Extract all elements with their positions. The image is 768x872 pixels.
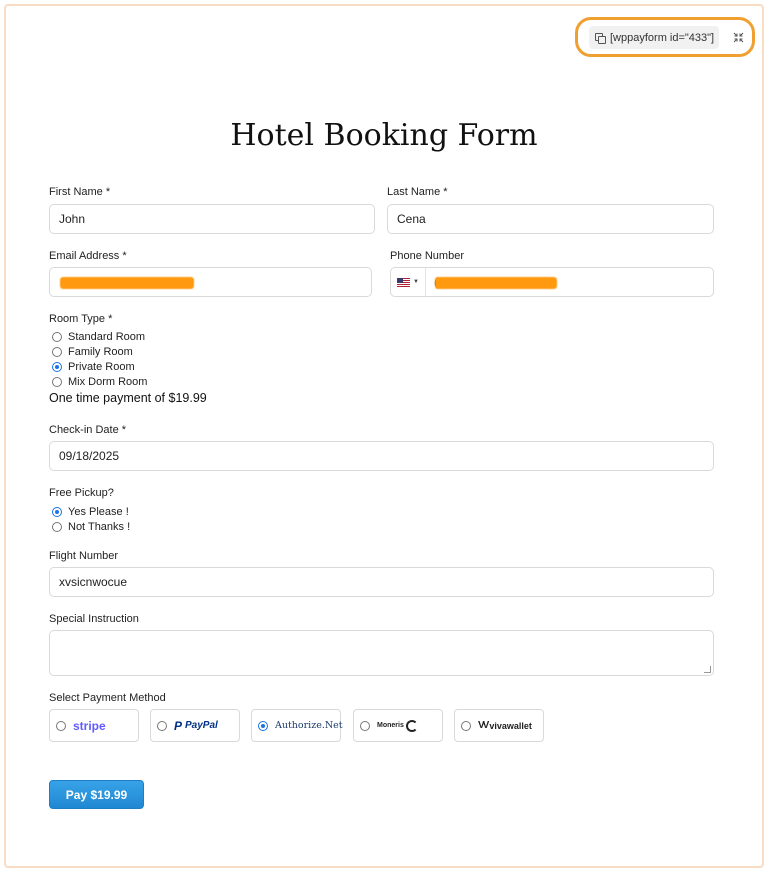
- room-option-standard[interactable]: Standard Room: [52, 331, 145, 343]
- shortcode-text: [wppayform id="433"]: [610, 31, 715, 44]
- room-option-label: Standard Room: [68, 331, 146, 343]
- radio-button[interactable]: [52, 377, 62, 387]
- radio-button[interactable]: [52, 522, 62, 532]
- moneris-swirl-icon: [405, 719, 418, 732]
- viva-icon: VV: [478, 720, 489, 731]
- paypal-icon: P: [174, 718, 183, 733]
- flight-value: xvsicnwocue: [59, 575, 128, 589]
- paypal-logo: P PayPal: [174, 718, 218, 733]
- pickup-option-label: Yes Please !: [68, 506, 129, 518]
- radio-button-selected[interactable]: [52, 362, 62, 372]
- payment-option-authorize-net[interactable]: Authorize.Net: [251, 709, 343, 742]
- redacted-email: [60, 277, 194, 289]
- special-instruction-label: Special Instruction: [49, 613, 139, 625]
- country-selector[interactable]: ▼: [397, 268, 426, 296]
- payment-option-stripe[interactable]: stripe: [49, 709, 139, 742]
- pickup-option-label: Not Thanks !: [68, 521, 131, 533]
- payment-option-vivawallet[interactable]: VV vivawallet: [454, 709, 544, 742]
- radio-button[interactable]: [52, 332, 62, 342]
- pickup-label: Free Pickup?: [49, 487, 114, 499]
- collapse-icon[interactable]: [728, 28, 748, 46]
- checkin-date-input[interactable]: 09/18/2025: [49, 441, 714, 471]
- first-name-label: First Name *: [49, 186, 111, 198]
- room-option-family[interactable]: Family Room: [52, 346, 133, 358]
- room-option-mix-dorm[interactable]: Mix Dorm Room: [52, 376, 147, 388]
- chevron-down-icon: ▼: [413, 279, 419, 285]
- vivawallet-logo: VV vivawallet: [478, 720, 532, 731]
- form-title: Hotel Booking Form: [230, 118, 538, 153]
- checkin-label: Check-in Date *: [49, 424, 127, 436]
- room-option-label: Private Room: [68, 361, 135, 373]
- flight-label: Flight Number: [49, 550, 119, 562]
- radio-button-selected[interactable]: [52, 507, 62, 517]
- us-flag-icon: [397, 277, 410, 287]
- payment-option-moneris[interactable]: Moneris: [353, 709, 443, 742]
- last-name-label: Last Name *: [387, 186, 448, 198]
- phone-label: Phone Number: [390, 250, 464, 262]
- room-option-label: Mix Dorm Room: [68, 376, 148, 388]
- copy-icon: [595, 32, 606, 44]
- pickup-option-no[interactable]: Not Thanks !: [52, 521, 130, 533]
- moneris-logo: Moneris: [377, 719, 418, 732]
- redacted-phone: [435, 277, 557, 289]
- authorize-net-logo: Authorize.Net: [275, 720, 343, 731]
- checkin-value: 09/18/2025: [59, 449, 120, 463]
- room-type-label: Room Type *: [49, 313, 113, 325]
- payment-note: One time payment of $19.99: [49, 391, 207, 405]
- pickup-option-yes[interactable]: Yes Please !: [52, 506, 129, 518]
- pay-button[interactable]: Pay $19.99: [49, 780, 144, 809]
- radio-button-selected[interactable]: [258, 720, 268, 731]
- last-name-input[interactable]: Cena: [387, 204, 714, 234]
- shortcode-highlight: [wppayform id="433"]: [575, 17, 755, 57]
- email-label: Email Address *: [49, 250, 127, 262]
- room-option-private[interactable]: Private Room: [52, 361, 135, 373]
- radio-button[interactable]: [461, 720, 471, 731]
- resize-handle[interactable]: [704, 666, 711, 673]
- phone-input[interactable]: ▼ (: [390, 267, 714, 297]
- radio-button[interactable]: [157, 720, 167, 731]
- email-input[interactable]: [49, 267, 372, 297]
- flight-number-input[interactable]: xvsicnwocue: [49, 567, 714, 597]
- special-instruction-textarea[interactable]: [49, 630, 714, 676]
- shortcode-copy-button[interactable]: [wppayform id="433"]: [589, 26, 719, 49]
- room-option-label: Family Room: [68, 346, 133, 358]
- payment-option-paypal[interactable]: P PayPal: [150, 709, 240, 742]
- payment-method-label: Select Payment Method: [49, 692, 166, 704]
- stripe-logo: stripe: [73, 718, 106, 733]
- radio-button[interactable]: [360, 720, 370, 731]
- radio-button[interactable]: [56, 720, 66, 731]
- first-name-input[interactable]: John: [49, 204, 375, 234]
- last-name-value: Cena: [397, 212, 426, 226]
- radio-button[interactable]: [52, 347, 62, 357]
- first-name-value: John: [59, 212, 86, 226]
